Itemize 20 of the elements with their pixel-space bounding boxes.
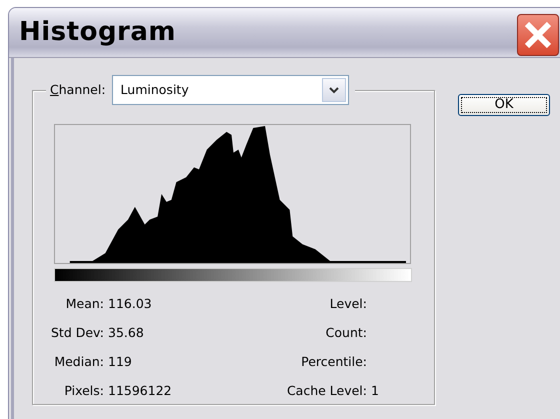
channel-label: Channel:	[50, 80, 106, 99]
chevron-icon	[328, 86, 339, 94]
stat-label: Median:	[53, 353, 104, 371]
stat-label: Std Dev:	[50, 324, 104, 342]
stat-value: 116.03	[108, 295, 153, 313]
window-title: Histogram	[19, 16, 176, 49]
channel-dropdown[interactable]: Luminosity	[112, 75, 349, 105]
stat-value: 35.68	[108, 324, 145, 342]
stat-value: 11596122	[108, 382, 173, 400]
stat-value: 119	[108, 353, 133, 371]
channel-value: Luminosity	[120, 80, 190, 99]
stat-label: Level:	[328, 295, 367, 313]
stat-label: Count:	[324, 324, 367, 342]
close-button[interactable]	[517, 14, 559, 56]
stat-label: Percentile:	[300, 353, 367, 371]
stat-label: Mean:	[64, 295, 104, 313]
ok-button[interactable]: OK	[458, 94, 550, 116]
stat-label: Pixels:	[63, 382, 104, 400]
stat-label: Cache Level:	[286, 382, 367, 400]
stat-value: 1	[371, 382, 380, 400]
